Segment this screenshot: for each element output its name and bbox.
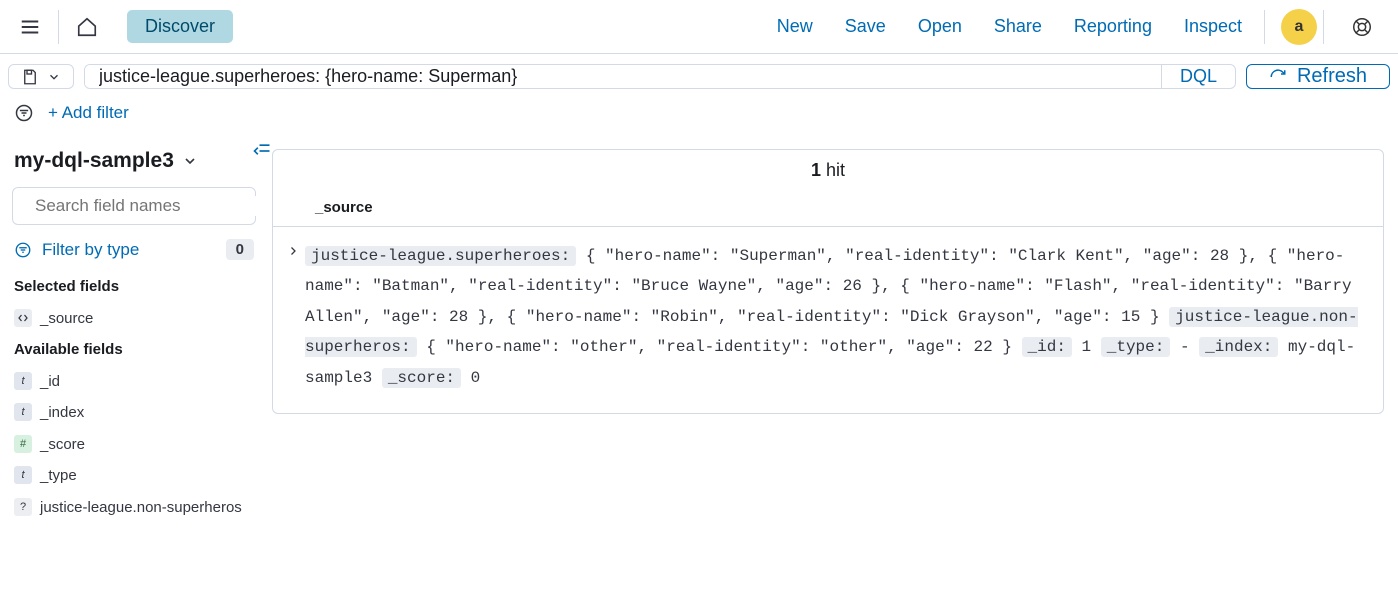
field-key: _index:	[1199, 337, 1278, 357]
chevron-down-icon	[182, 153, 198, 169]
text-type-icon: t	[14, 466, 32, 484]
field-key: _score:	[382, 368, 461, 388]
refresh-label: Refresh	[1297, 65, 1367, 88]
field-item-id[interactable]: t _id	[12, 366, 256, 398]
add-filter-button[interactable]: + Add filter	[48, 103, 129, 123]
index-pattern-name: my-dql-sample3	[14, 149, 174, 173]
help-button[interactable]	[1344, 9, 1380, 45]
lifebuoy-icon	[1351, 16, 1373, 38]
hit-suffix: hit	[821, 160, 845, 180]
field-name: _index	[40, 403, 84, 423]
field-item-index[interactable]: t _index	[12, 397, 256, 429]
results-card: 1 hit _source justice-league.superheroes…	[272, 149, 1384, 414]
filter-circle-icon	[14, 241, 32, 259]
search-fields-input[interactable]	[35, 196, 256, 216]
field-key: _id:	[1022, 337, 1072, 357]
divider	[1264, 10, 1265, 44]
field-name: justice-league.non-superheros	[40, 498, 242, 518]
field-key: _type:	[1101, 337, 1171, 357]
divider	[58, 10, 59, 44]
body: my-dql-sample3 Filter by type 0 Selected…	[0, 135, 1398, 581]
field-name: _score	[40, 435, 85, 455]
hits-header: 1 hit	[273, 150, 1383, 191]
home-button[interactable]	[69, 9, 105, 45]
column-header-source[interactable]: _source	[273, 191, 1383, 226]
collapse-sidebar-button[interactable]	[252, 141, 272, 161]
chevron-down-icon	[47, 70, 61, 84]
query-input-wrap: DQL	[84, 64, 1236, 89]
field-item-type[interactable]: t _type	[12, 460, 256, 492]
saved-queries-toggle[interactable]	[8, 64, 74, 89]
selected-fields-heading: Selected fields	[12, 272, 256, 303]
filter-by-type-label: Filter by type	[42, 240, 139, 260]
number-type-icon: #	[14, 435, 32, 453]
topbar-right: New Save Open Share Reporting Inspect a	[761, 8, 1386, 45]
nav-share[interactable]: Share	[978, 8, 1058, 45]
collapse-icon	[252, 141, 272, 161]
filter-row: + Add filter	[0, 99, 1398, 135]
results-panel: 1 hit _source justice-league.superheroes…	[266, 135, 1398, 581]
divider	[1323, 10, 1324, 44]
filter-type-count-badge: 0	[226, 239, 254, 260]
hamburger-menu-button[interactable]	[12, 9, 48, 45]
nav-reporting[interactable]: Reporting	[1058, 8, 1168, 45]
refresh-button[interactable]: Refresh	[1246, 64, 1390, 89]
text-type-icon: t	[14, 372, 32, 390]
field-key: justice-league.superheroes:	[305, 246, 576, 266]
filter-icon[interactable]	[14, 103, 34, 123]
chevron-right-icon	[287, 245, 299, 257]
field-value: 1	[1072, 338, 1101, 356]
field-value: { "hero-name": "other", "real-identity":…	[417, 338, 1022, 356]
nav-open[interactable]: Open	[902, 8, 978, 45]
field-item-score[interactable]: # _score	[12, 429, 256, 461]
nav-save[interactable]: Save	[829, 8, 902, 45]
field-name: _id	[40, 372, 60, 392]
refresh-icon	[1269, 68, 1287, 86]
field-name: _type	[40, 466, 77, 486]
field-item-non-superheros[interactable]: ? justice-league.non-superheros	[12, 492, 256, 524]
source-type-icon	[14, 309, 32, 327]
field-value: -	[1170, 338, 1199, 356]
save-icon	[21, 68, 39, 86]
query-bar: DQL Refresh	[0, 54, 1398, 99]
field-item-source[interactable]: _source	[12, 303, 256, 335]
hit-count: 1	[811, 160, 821, 180]
hamburger-icon	[19, 16, 41, 38]
expand-row-button[interactable]	[287, 241, 305, 393]
sidebar: my-dql-sample3 Filter by type 0 Selected…	[0, 135, 266, 581]
nav-new[interactable]: New	[761, 8, 829, 45]
text-type-icon: t	[14, 403, 32, 421]
query-language-button[interactable]: DQL	[1161, 65, 1235, 88]
table-row: justice-league.superheroes: { "hero-name…	[273, 226, 1383, 413]
field-name: _source	[40, 309, 93, 329]
filter-circle-icon	[14, 103, 34, 123]
home-icon	[76, 16, 98, 38]
search-fields-input-wrap[interactable]	[12, 187, 256, 225]
avatar[interactable]: a	[1281, 9, 1317, 45]
field-value: 0	[461, 369, 480, 387]
index-pattern-selector[interactable]: my-dql-sample3	[12, 141, 256, 187]
query-input[interactable]	[85, 65, 1161, 88]
nav-inspect[interactable]: Inspect	[1168, 8, 1258, 45]
topbar-left: Discover	[12, 9, 233, 45]
app-badge[interactable]: Discover	[127, 10, 233, 43]
filter-by-type-button[interactable]: Filter by type 0	[12, 235, 256, 272]
topbar: Discover New Save Open Share Reporting I…	[0, 0, 1398, 54]
row-content: justice-league.superheroes: { "hero-name…	[305, 241, 1365, 393]
available-fields-heading: Available fields	[12, 335, 256, 366]
unknown-type-icon: ?	[14, 498, 32, 516]
